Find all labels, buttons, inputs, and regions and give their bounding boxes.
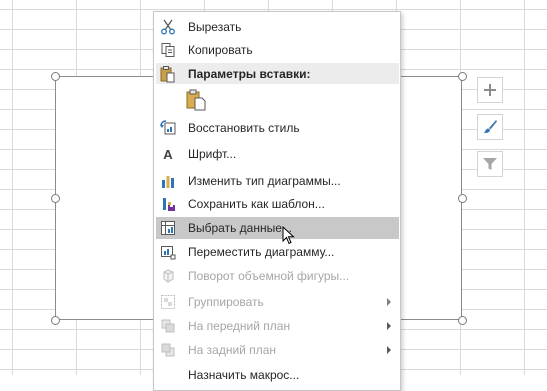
chart-filter-button[interactable] xyxy=(477,151,503,177)
menu-item-save-as-template[interactable]: Сохранить как шаблон... xyxy=(156,193,399,215)
menu-item-label: Выбрать данные... xyxy=(188,221,292,235)
chart-elements-plus-icon xyxy=(484,84,496,96)
menu-item-label: Восстановить стиль xyxy=(188,121,300,135)
menu-item-group[interactable]: Группировать xyxy=(156,291,399,313)
chart-filter-icon xyxy=(483,158,497,170)
resize-handle-middle-left[interactable] xyxy=(51,194,60,203)
send-backward-icon xyxy=(159,341,177,359)
menu-item-label: Сохранить как шаблон... xyxy=(188,197,325,211)
menu-item-label: Изменить тип диаграммы... xyxy=(188,174,341,188)
copy-icon xyxy=(159,41,177,59)
chart-styles-brush-icon xyxy=(484,120,497,133)
submenu-arrow-icon xyxy=(387,346,391,354)
bring-forward-icon xyxy=(159,317,177,335)
context-menu: Вырезать Копировать Параметры вставки: В… xyxy=(153,11,401,391)
paste-options-label: Параметры вставки: xyxy=(188,67,311,81)
menu-item-select-data[interactable]: Выбрать данные... xyxy=(156,217,399,239)
resize-handle-top-right[interactable] xyxy=(458,72,467,81)
menu-item-label: Назначить макрос... xyxy=(188,368,300,382)
menu-item-assign-macro[interactable]: Назначить макрос... xyxy=(156,364,399,386)
menu-item-label: Вырезать xyxy=(188,20,242,34)
menu-item-label: Копировать xyxy=(188,43,253,57)
menu-item-reset-style[interactable]: Восстановить стиль xyxy=(156,117,399,139)
menu-item-label: Переместить диаграмму... xyxy=(188,245,335,259)
save-template-icon xyxy=(159,195,177,213)
chart-elements-button[interactable] xyxy=(477,77,503,103)
bar-chart-icon xyxy=(159,172,177,190)
mouse-cursor-icon xyxy=(282,226,295,245)
paste-option-keep-formatting[interactable] xyxy=(184,88,208,112)
font-icon: A xyxy=(163,146,173,162)
submenu-arrow-icon xyxy=(387,298,391,306)
menu-item-font[interactable]: A Шрифт... xyxy=(156,143,399,165)
group-icon xyxy=(159,293,177,311)
submenu-arrow-icon xyxy=(387,322,391,330)
menu-item-copy[interactable]: Копировать xyxy=(156,39,399,61)
menu-item-bring-forward[interactable]: На передний план xyxy=(156,315,399,337)
menu-item-label: На задний план xyxy=(188,343,277,357)
resize-handle-middle-right[interactable] xyxy=(458,194,467,203)
menu-item-label: На передний план xyxy=(188,319,291,333)
menu-item-label: Шрифт... xyxy=(188,147,237,161)
menu-item-move-chart[interactable]: Переместить диаграмму... xyxy=(156,241,399,263)
chart-styles-button[interactable] xyxy=(477,114,503,140)
move-chart-icon xyxy=(159,243,177,261)
menu-item-label: Группировать xyxy=(188,295,264,309)
scissors-icon xyxy=(159,18,177,36)
reset-style-icon xyxy=(159,119,177,137)
resize-handle-bottom-left[interactable] xyxy=(51,316,60,325)
menu-item-cut[interactable]: Вырезать xyxy=(156,16,399,38)
paste-clipboard-icon xyxy=(186,89,206,111)
menu-item-rotate-3d[interactable]: Поворот объемной фигуры... xyxy=(156,265,399,287)
resize-handle-bottom-right[interactable] xyxy=(458,316,467,325)
paste-options-header: Параметры вставки: xyxy=(156,63,399,84)
resize-handle-top-left[interactable] xyxy=(51,72,60,81)
select-data-icon xyxy=(159,219,177,237)
clipboard-icon xyxy=(159,65,177,88)
rotate-3d-icon xyxy=(159,267,177,285)
menu-item-label: Поворот объемной фигуры... xyxy=(188,269,350,283)
menu-item-change-chart-type[interactable]: Изменить тип диаграммы... xyxy=(156,170,399,192)
menu-item-send-backward[interactable]: На задний план xyxy=(156,339,399,361)
